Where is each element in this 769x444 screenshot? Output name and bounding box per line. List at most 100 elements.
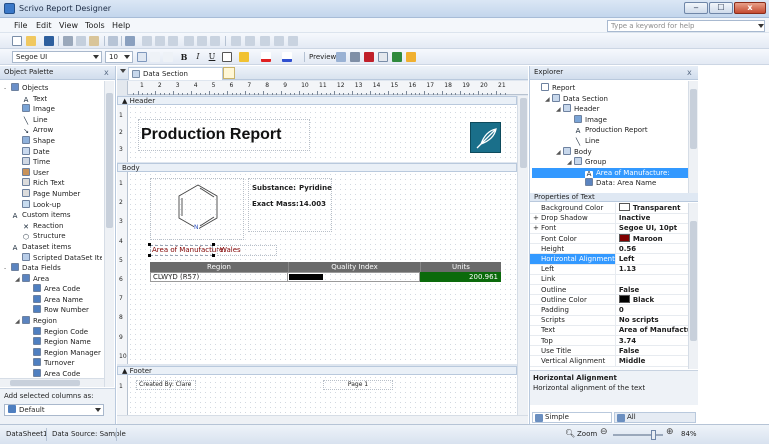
structure-box[interactable]: N <box>150 178 244 240</box>
scrollbar-thumb[interactable] <box>690 89 697 149</box>
property-row[interactable]: Use Title False <box>530 345 688 357</box>
minimize-button[interactable]: ‒ <box>684 2 708 14</box>
property-value-cell[interactable]: Maroon <box>615 233 688 245</box>
copy-icon[interactable] <box>76 36 86 46</box>
tree-item[interactable]: Scripted DataSet Item <box>2 252 102 264</box>
fill-color-icon[interactable] <box>239 52 249 62</box>
selection-handle[interactable] <box>148 254 151 257</box>
tab-all[interactable]: All <box>614 412 696 423</box>
property-row[interactable]: Horizontal AlignmentLeft▼ <box>530 253 688 265</box>
property-row[interactable]: Vertical Alignment Middle <box>530 355 688 367</box>
property-value-cell[interactable]: Segoe UI, 10pt <box>615 223 688 235</box>
menu-tools[interactable]: Tools <box>85 21 105 30</box>
cut-icon[interactable] <box>63 36 73 46</box>
tree-item[interactable]: Region Manager <box>2 347 102 359</box>
scrollbar-thumb[interactable] <box>106 93 113 228</box>
align-top-icon[interactable] <box>184 36 194 46</box>
tree-item[interactable]: ◢ Area <box>2 273 102 285</box>
tree-item[interactable]: Area Name <box>2 294 102 306</box>
paste-icon[interactable] <box>89 36 99 46</box>
header-band[interactable]: ▲ Header <box>117 96 517 105</box>
selection-handle[interactable] <box>148 243 151 246</box>
properties-box[interactable]: Substance: Pyridine Exact Mass: 14.003 <box>248 178 332 232</box>
property-value-cell[interactable]: Left▼ <box>615 253 688 265</box>
save-icon[interactable] <box>44 36 54 46</box>
zoom-slider-thumb[interactable] <box>650 430 656 440</box>
property-value-cell[interactable]: 0.56 <box>615 243 688 255</box>
tree-item[interactable]: ⬡ Structure <box>2 231 102 243</box>
print-icon[interactable] <box>350 52 360 62</box>
area-value-field[interactable]: Wales <box>217 245 277 256</box>
tree-item[interactable]: User <box>2 167 102 179</box>
close-button[interactable]: x <box>734 2 766 14</box>
open-icon[interactable] <box>26 36 36 46</box>
property-value-cell[interactable]: 0 <box>615 304 688 316</box>
same-height-icon[interactable] <box>245 36 255 46</box>
property-value-cell[interactable]: 3.74 <box>615 335 688 347</box>
tree-item[interactable]: Data: Area Name <box>532 178 689 189</box>
tree-item[interactable]: - Objects <box>2 83 102 94</box>
report-title-box[interactable]: Production Report <box>138 119 310 151</box>
report-logo[interactable] <box>470 122 501 153</box>
align-center-icon[interactable] <box>155 36 165 46</box>
document-vscrollbar[interactable] <box>517 96 528 416</box>
footer-band[interactable]: ▲ Footer <box>117 366 517 375</box>
property-row[interactable]: Font Color Maroon <box>530 233 688 245</box>
expand-icon[interactable]: + <box>533 224 541 232</box>
text-align-left-icon[interactable] <box>137 52 147 62</box>
property-value-cell[interactable]: Inactive <box>615 213 688 224</box>
explorer-scrollbar[interactable] <box>688 81 698 193</box>
property-row[interactable]: Text Area of Manufacture <box>530 325 688 336</box>
property-row[interactable]: + Drop Shadow Inactive <box>530 213 688 224</box>
header-canvas[interactable]: Production Report <box>128 105 517 162</box>
zoom-slider[interactable] <box>613 430 663 440</box>
space-vertical-icon[interactable] <box>274 36 284 46</box>
property-row[interactable]: Outline Color Black <box>530 294 688 306</box>
property-value-cell[interactable]: Area of Manufacture <box>615 325 688 336</box>
status-source[interactable]: Data Source: Sample <box>52 430 126 438</box>
scrollbar-thumb[interactable] <box>10 380 80 386</box>
help-search-input[interactable]: Type a keyword for help <box>607 20 765 32</box>
property-row[interactable]: Outline False <box>530 284 688 296</box>
zoom-out-icon[interactable]: ⊖ <box>600 427 608 437</box>
new-icon[interactable] <box>12 36 22 46</box>
tree-item[interactable]: A Dataset items <box>2 242 102 253</box>
html-icon[interactable] <box>406 52 416 62</box>
property-value-cell[interactable]: False <box>615 284 688 296</box>
tree-item[interactable]: Page Number <box>2 188 102 200</box>
text-align-right-icon[interactable] <box>163 52 173 62</box>
palette-hscrollbar[interactable] <box>0 378 104 387</box>
tree-item[interactable]: A Production Report <box>532 125 689 137</box>
tree-item[interactable]: ✕ Reaction <box>2 221 102 232</box>
tree-item[interactable]: A Text <box>2 94 102 105</box>
tree-item[interactable]: ↘ Arrow <box>2 125 102 137</box>
footer-page[interactable]: Page 1 <box>323 380 393 390</box>
property-value-cell[interactable] <box>615 274 688 286</box>
region-table[interactable]: Region Quality Index Units CLWYD (R57) 2… <box>150 262 501 284</box>
space-horizontal-icon[interactable] <box>260 36 270 46</box>
menu-view[interactable]: View <box>59 21 78 30</box>
tree-item[interactable]: A Area of Manufacture: <box>532 167 689 179</box>
font-color-icon[interactable] <box>261 52 271 62</box>
tree-item[interactable]: Region Code <box>2 326 102 338</box>
body-band[interactable]: Body <box>117 163 517 172</box>
property-row[interactable]: Scripts No scripts <box>530 315 688 326</box>
tree-item[interactable]: ◢ Body <box>532 146 689 158</box>
excel-icon[interactable] <box>392 52 402 62</box>
property-value-cell[interactable]: No scripts <box>615 315 688 326</box>
tree-item[interactable]: Row Number <box>2 305 102 316</box>
area-label-selected[interactable]: Area of Manufacture: <box>150 245 226 256</box>
text-align-center-icon[interactable] <box>150 52 160 62</box>
tree-item[interactable]: - Data Fields <box>2 263 102 274</box>
tree-item[interactable]: ╲ Line <box>2 115 102 126</box>
font-size-select[interactable]: 10 <box>105 51 133 63</box>
selection-handle[interactable] <box>212 243 215 246</box>
footer-canvas[interactable]: Created By: Clare Page 1 <box>128 375 517 415</box>
tab-data-section[interactable]: Data Section <box>128 67 223 80</box>
tab-simple[interactable]: Simple <box>532 412 612 423</box>
same-width-icon[interactable] <box>231 36 241 46</box>
zoom-in-icon[interactable]: ⊕ <box>666 427 674 437</box>
preview-button[interactable]: Preview <box>309 53 336 61</box>
tree-item[interactable]: ◢ Data Section <box>532 93 689 105</box>
scrollbar-thumb[interactable] <box>520 98 527 168</box>
